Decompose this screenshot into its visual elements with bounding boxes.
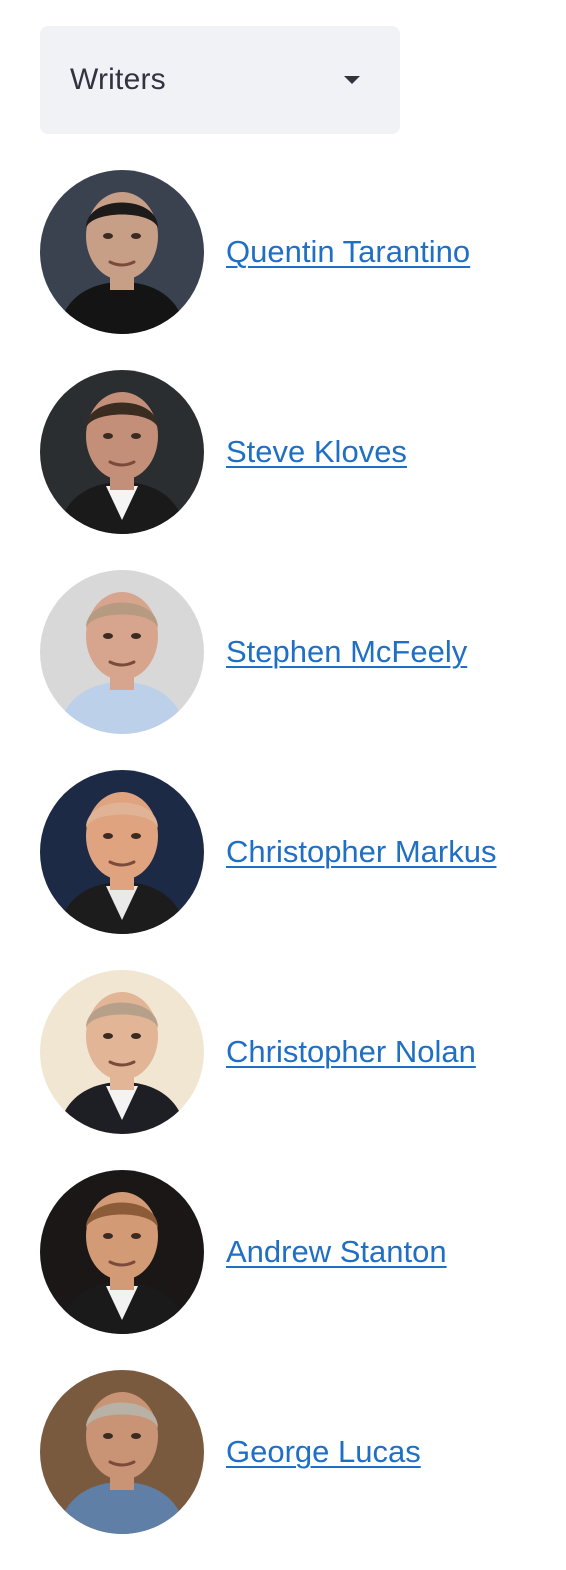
person-name-link[interactable]: Steve Kloves [226,434,407,470]
avatar[interactable] [40,770,204,934]
avatar[interactable] [40,1170,204,1334]
person-name-link[interactable]: Andrew Stanton [226,1234,447,1270]
people-list: Quentin Tarantino Steve Kloves Stephen McF… [40,170,560,1570]
list-item: George Lucas [40,1370,560,1534]
caret-down-icon[interactable] [344,76,360,84]
list-item: Andrew Stanton [40,1170,560,1334]
category-select-value: Writers [70,63,166,96]
person-name-link[interactable]: Stephen McFeely [226,634,467,670]
avatar[interactable] [40,170,204,334]
person-name-link[interactable]: George Lucas [226,1434,421,1470]
avatar[interactable] [40,1370,204,1534]
person-name-link[interactable]: Christopher Nolan [226,1034,476,1070]
person-name-link[interactable]: Quentin Tarantino [226,234,470,270]
avatar[interactable] [40,370,204,534]
avatar[interactable] [40,970,204,1134]
list-item: Steve Kloves [40,370,560,534]
list-item: Christopher Markus [40,770,560,934]
category-select[interactable]: Writers [40,26,400,134]
person-name-link[interactable]: Christopher Markus [226,834,496,870]
list-item: Christopher Nolan [40,970,560,1134]
avatar[interactable] [40,570,204,734]
list-item: Quentin Tarantino [40,170,560,334]
list-item: Stephen McFeely [40,570,560,734]
